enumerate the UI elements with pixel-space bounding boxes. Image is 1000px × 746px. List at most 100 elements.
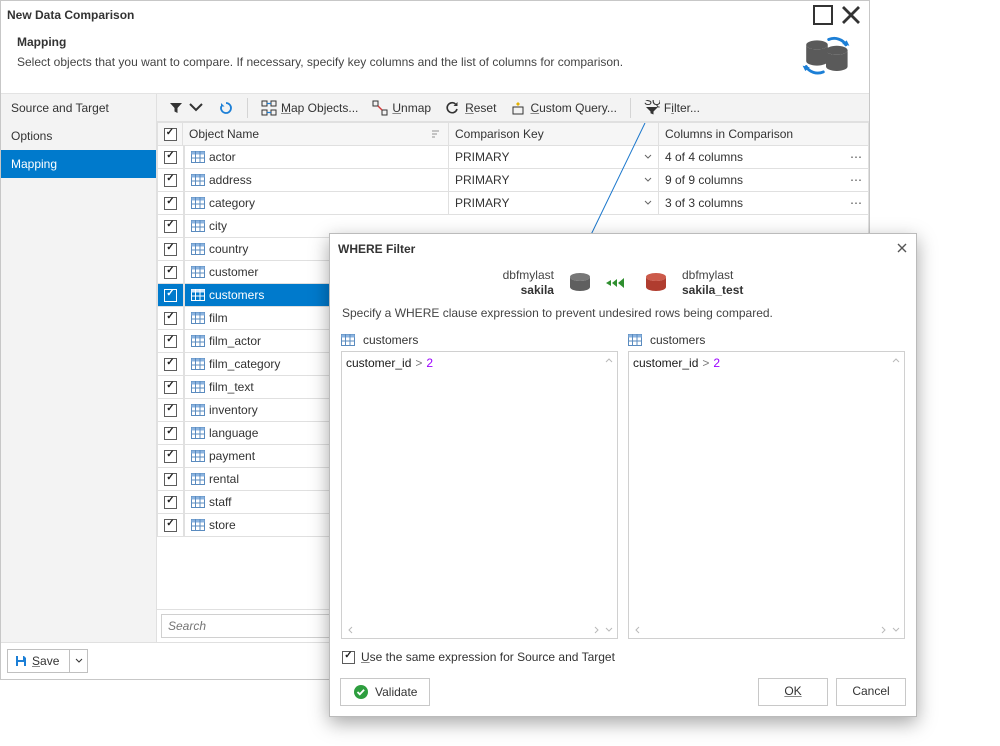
comparison-strip: dbfmylast sakila dbfmylast sakila_test — [330, 264, 916, 300]
maximize-icon — [811, 3, 835, 27]
unmap-icon — [372, 100, 388, 116]
table-row[interactable]: actorPRIMARY4 of 4 columns⋯ — [158, 146, 869, 169]
arrow-right-icon — [606, 276, 630, 290]
sidebar-item-source-and-target[interactable]: Source and Target — [1, 94, 156, 122]
map-icon — [261, 100, 277, 116]
database-source-icon — [568, 272, 592, 294]
refresh-button[interactable] — [213, 97, 239, 119]
same-expression-label: Use the same expression for Source and T… — [361, 650, 615, 664]
table-row[interactable]: categoryPRIMARY3 of 3 columns⋯ — [158, 192, 869, 215]
validate-button[interactable]: Validate — [340, 678, 430, 706]
refresh-icon — [218, 100, 234, 116]
map-objects-label: Map Objects... — [281, 101, 358, 115]
main-toolbar: Map Objects... Unmap Reset Custom Query.… — [157, 94, 869, 122]
close-icon — [896, 242, 908, 254]
database-target-icon — [644, 272, 668, 294]
reset-label: Reset — [465, 101, 496, 115]
source-database: sakila — [521, 283, 554, 298]
row-checkbox[interactable] — [158, 146, 184, 169]
row-checkbox[interactable] — [158, 353, 184, 376]
chevron-down-icon — [75, 657, 83, 665]
funnel-icon — [168, 100, 184, 116]
custom-query-icon — [510, 100, 526, 116]
titlebar: New Data Comparison — [1, 1, 869, 29]
validate-icon — [353, 684, 369, 700]
target-server: dbfmylast — [682, 268, 733, 283]
source-server: dbfmylast — [503, 268, 554, 283]
close-icon — [839, 3, 863, 27]
object-name-cell: actor — [184, 146, 449, 169]
filter-label: Filter... — [664, 101, 700, 115]
svg-text:SQL: SQL — [644, 100, 660, 108]
row-checkbox[interactable] — [158, 376, 184, 399]
source-expression-editor[interactable]: customer_id>2 — [341, 351, 618, 639]
window-title: New Data Comparison — [7, 8, 134, 22]
page-subtitle: Mapping — [17, 35, 623, 49]
sort-icon — [430, 129, 442, 139]
table-row[interactable]: addressPRIMARY9 of 9 columns⋯ — [158, 169, 869, 192]
sidebar-item-options[interactable]: Options — [1, 122, 156, 150]
dialog-title: WHERE Filter — [338, 242, 415, 256]
comparison-key-cell[interactable]: PRIMARY — [449, 192, 659, 215]
row-checkbox[interactable] — [158, 284, 184, 307]
dialog-instruction: Specify a WHERE clause expression to pre… — [330, 300, 916, 328]
table-icon — [341, 334, 355, 346]
columns-cell[interactable]: 4 of 4 columns⋯ — [659, 146, 869, 169]
reset-button[interactable]: Reset — [440, 97, 501, 119]
row-checkbox[interactable] — [158, 192, 184, 215]
save-icon — [14, 654, 28, 668]
row-checkbox[interactable] — [158, 422, 184, 445]
unmap-button[interactable]: Unmap — [367, 97, 436, 119]
row-checkbox[interactable] — [158, 169, 184, 192]
reset-icon — [445, 100, 461, 116]
validate-label: Validate — [375, 685, 417, 699]
row-checkbox[interactable] — [158, 468, 184, 491]
ok-button[interactable]: OK — [758, 678, 828, 706]
dialog-close-button[interactable] — [896, 242, 908, 257]
chevron-down-icon — [188, 100, 204, 116]
object-name-cell: address — [184, 169, 449, 192]
right-panel-title: customers — [650, 333, 705, 347]
header-comparison-key[interactable]: Comparison Key — [449, 122, 659, 146]
page-description: Select objects that you want to compare.… — [17, 55, 623, 69]
sidebar: Source and TargetOptionsMapping — [1, 94, 157, 642]
columns-cell[interactable]: 9 of 9 columns⋯ — [659, 169, 869, 192]
columns-cell[interactable]: 3 of 3 columns⋯ — [659, 192, 869, 215]
left-panel-title: customers — [363, 333, 418, 347]
compare-databases-icon — [799, 35, 853, 79]
cancel-button[interactable]: Cancel — [836, 678, 906, 706]
row-checkbox[interactable] — [158, 399, 184, 422]
row-checkbox[interactable] — [158, 261, 184, 284]
where-filter-dialog: WHERE Filter dbfmylast sakila dbfmylast … — [329, 233, 917, 717]
row-checkbox[interactable] — [158, 514, 184, 537]
same-expression-checkbox[interactable] — [342, 651, 355, 664]
save-dropdown[interactable] — [69, 650, 87, 672]
target-expression-editor[interactable]: customer_id>2 — [628, 351, 905, 639]
save-label: Save — [32, 654, 59, 668]
where-filter-button[interactable]: SQL Filter... — [639, 97, 705, 119]
header-check-all[interactable] — [157, 122, 183, 146]
sidebar-item-mapping[interactable]: Mapping — [1, 150, 156, 178]
row-checkbox[interactable] — [158, 445, 184, 468]
comparison-key-cell[interactable]: PRIMARY — [449, 146, 659, 169]
maximize-button[interactable] — [811, 4, 835, 26]
header-columns[interactable]: Columns in Comparison — [659, 122, 869, 146]
row-checkbox[interactable] — [158, 215, 184, 238]
target-database: sakila_test — [682, 283, 743, 298]
custom-query-label: Custom Query... — [530, 101, 616, 115]
row-checkbox[interactable] — [158, 330, 184, 353]
filter-dropdown[interactable] — [163, 97, 209, 119]
row-checkbox[interactable] — [158, 238, 184, 261]
unmap-label: Unmap — [392, 101, 431, 115]
header-object-name[interactable]: Object Name — [183, 122, 449, 146]
comparison-key-cell[interactable]: PRIMARY — [449, 169, 659, 192]
close-button[interactable] — [839, 4, 863, 26]
object-name-cell: category — [184, 192, 449, 215]
save-split-button[interactable]: Save — [7, 649, 88, 673]
custom-query-button[interactable]: Custom Query... — [505, 97, 621, 119]
row-checkbox[interactable] — [158, 307, 184, 330]
row-checkbox[interactable] — [158, 491, 184, 514]
table-icon — [628, 334, 642, 346]
map-objects-button[interactable]: Map Objects... — [256, 97, 363, 119]
main-window: New Data Comparison Mapping Select objec… — [0, 0, 870, 680]
